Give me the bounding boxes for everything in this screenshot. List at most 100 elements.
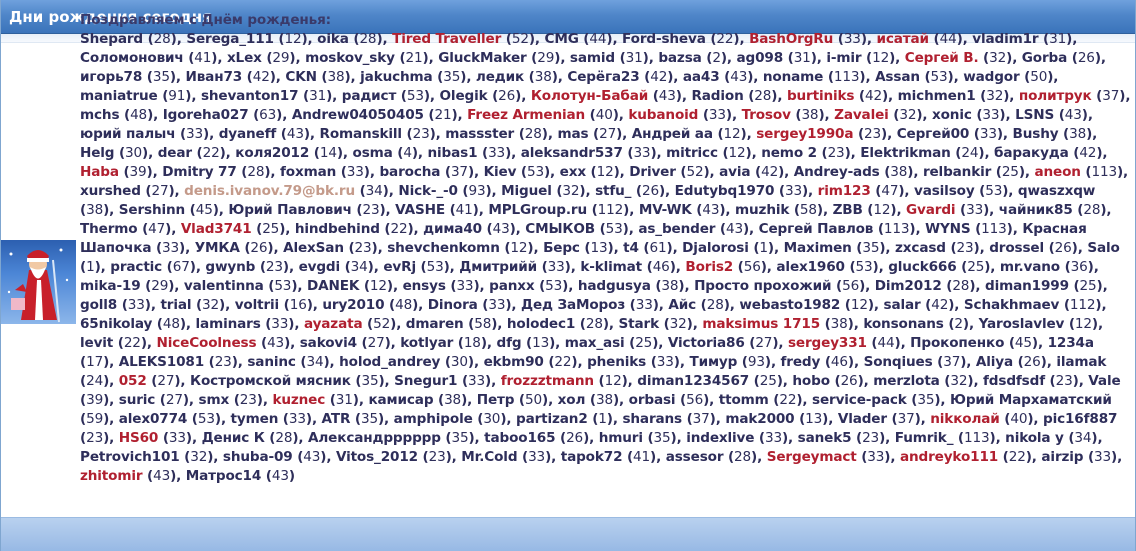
user-link[interactable]: michmen1 <box>898 88 976 104</box>
user-link[interactable]: чайник85 <box>999 202 1073 218</box>
user-link[interactable]: HS60 <box>119 430 159 446</box>
user-link[interactable]: i-mir <box>826 50 861 66</box>
user-link[interactable]: wadgor <box>963 69 1019 85</box>
user-link[interactable]: mchs <box>80 107 120 123</box>
user-link[interactable]: kuznec <box>272 392 325 408</box>
user-link[interactable]: Костромской мясник <box>190 373 351 389</box>
user-link[interactable]: diman1999 <box>985 278 1069 294</box>
user-link[interactable]: assesor <box>666 449 724 465</box>
user-link[interactable]: taboo165 <box>484 430 555 446</box>
user-link[interactable]: Romanskill <box>320 126 403 142</box>
user-link[interactable]: Schakhmaev <box>964 297 1059 313</box>
user-link[interactable]: DANEK <box>307 278 359 294</box>
user-link[interactable]: Vale <box>1088 373 1120 389</box>
user-link[interactable]: muzhik <box>735 202 789 218</box>
user-link[interactable]: Aliya <box>976 354 1013 370</box>
user-link[interactable]: amphipole <box>394 411 473 427</box>
user-link[interactable]: Айс <box>668 297 696 313</box>
user-link[interactable]: радист <box>342 88 397 104</box>
user-link[interactable]: denis.ivanov.79@bk.ru <box>184 183 355 199</box>
user-link[interactable]: ury2010 <box>322 297 384 313</box>
user-link[interactable]: Victoria86 <box>668 335 745 351</box>
user-link[interactable]: ensys <box>403 278 446 294</box>
user-link[interactable]: Dim2012 <box>875 278 942 294</box>
user-link[interactable]: trial <box>160 297 191 313</box>
user-link[interactable]: Assan <box>875 69 920 85</box>
user-link[interactable]: service-pack <box>812 392 907 408</box>
user-link[interactable]: Shepard <box>80 31 143 47</box>
user-link[interactable]: alex0774 <box>119 411 188 427</box>
user-link[interactable]: andreyko111 <box>900 449 998 465</box>
user-link[interactable]: rim123 <box>818 183 871 199</box>
user-link[interactable]: УМКА <box>195 240 240 256</box>
user-link[interactable]: saninc <box>247 354 296 370</box>
user-link[interactable]: pic16f887 <box>1043 411 1117 427</box>
user-link[interactable]: политрук <box>1019 88 1092 104</box>
user-link[interactable]: vladim1r <box>972 31 1038 47</box>
user-link[interactable]: sergey331 <box>788 335 867 351</box>
user-link[interactable]: hadgusya <box>578 278 651 294</box>
user-link[interactable]: drossel <box>989 240 1044 256</box>
user-link[interactable]: Денис К <box>202 430 265 446</box>
user-link[interactable]: osma <box>353 145 393 161</box>
user-link[interactable]: barocha <box>379 164 440 180</box>
user-link[interactable]: evgdi <box>299 259 341 275</box>
user-link[interactable]: ttomm <box>719 392 769 408</box>
user-link[interactable]: voltrii <box>235 297 279 313</box>
user-link[interactable]: nikколай <box>930 411 1000 427</box>
user-link[interactable]: laminars <box>196 316 261 332</box>
user-link[interactable]: holodec1 <box>507 316 575 332</box>
user-link[interactable]: shevanton17 <box>201 88 299 104</box>
user-link[interactable]: maksimus 1715 <box>702 316 820 332</box>
user-link[interactable]: evRj <box>383 259 416 275</box>
user-link[interactable]: AlexSan <box>283 240 344 256</box>
user-link[interactable]: holod_andrey <box>339 354 440 370</box>
user-link[interactable]: pheniks <box>587 354 646 370</box>
user-link[interactable]: alex1960 <box>776 259 845 275</box>
user-link[interactable]: samid <box>570 50 615 66</box>
user-link[interactable]: dfg <box>496 335 521 351</box>
user-link[interactable]: Freez Armenian <box>467 107 585 123</box>
user-link[interactable]: exx <box>560 164 586 180</box>
user-link[interactable]: merzlota <box>873 373 940 389</box>
user-link[interactable]: ALEKS1081 <box>119 354 204 370</box>
user-link[interactable]: исатай <box>876 31 929 47</box>
user-link[interactable]: k-klimat <box>580 259 642 275</box>
user-link[interactable]: noname <box>763 69 824 85</box>
user-link[interactable]: Radion <box>691 88 743 104</box>
user-link[interactable]: Dinora <box>428 297 478 313</box>
user-link[interactable]: Elektrikman <box>860 145 951 161</box>
user-link[interactable]: Miguel <box>501 183 552 199</box>
user-link[interactable]: hobo <box>792 373 830 389</box>
user-link[interactable]: Vitos_2012 <box>336 449 418 465</box>
user-link[interactable]: aleksandr537 <box>521 145 623 161</box>
user-link[interactable]: Юрий Павлович <box>228 202 352 218</box>
user-link[interactable]: nikola y <box>1005 430 1064 446</box>
user-link[interactable]: Nick-_-0 <box>398 183 458 199</box>
user-link[interactable]: Andrew04050405 <box>292 107 424 123</box>
user-link[interactable]: sharans <box>622 411 682 427</box>
user-link[interactable]: sanek5 <box>798 430 852 446</box>
user-link[interactable]: Mr.Cold <box>461 449 517 465</box>
user-link[interactable]: smx <box>199 392 230 408</box>
user-link[interactable]: Сергей В. <box>905 50 979 66</box>
user-link[interactable]: 052 <box>119 373 147 389</box>
user-link[interactable]: valentinna <box>184 278 264 294</box>
user-link[interactable]: ZBB <box>833 202 863 218</box>
user-link[interactable]: Trosov <box>742 107 791 123</box>
user-link[interactable]: ekbm90 <box>484 354 544 370</box>
user-link[interactable]: Александрррррр <box>308 430 441 446</box>
user-link[interactable]: salar <box>884 297 921 313</box>
user-link[interactable]: frozzztmann <box>501 373 594 389</box>
user-link[interactable]: игорь78 <box>80 69 142 85</box>
user-link[interactable]: Sershinn <box>119 202 185 218</box>
user-link[interactable]: orbasi <box>629 392 676 408</box>
user-link[interactable]: bazsa <box>658 50 701 66</box>
user-link[interactable]: Boris2 <box>685 259 733 275</box>
user-link[interactable]: foxman <box>280 164 336 180</box>
user-link[interactable]: ag098 <box>737 50 784 66</box>
user-link[interactable]: 1234a <box>1048 335 1094 351</box>
user-link[interactable]: Helg <box>80 145 115 161</box>
user-link[interactable]: dyaneff <box>219 126 277 142</box>
user-link[interactable]: sakovi4 <box>300 335 357 351</box>
